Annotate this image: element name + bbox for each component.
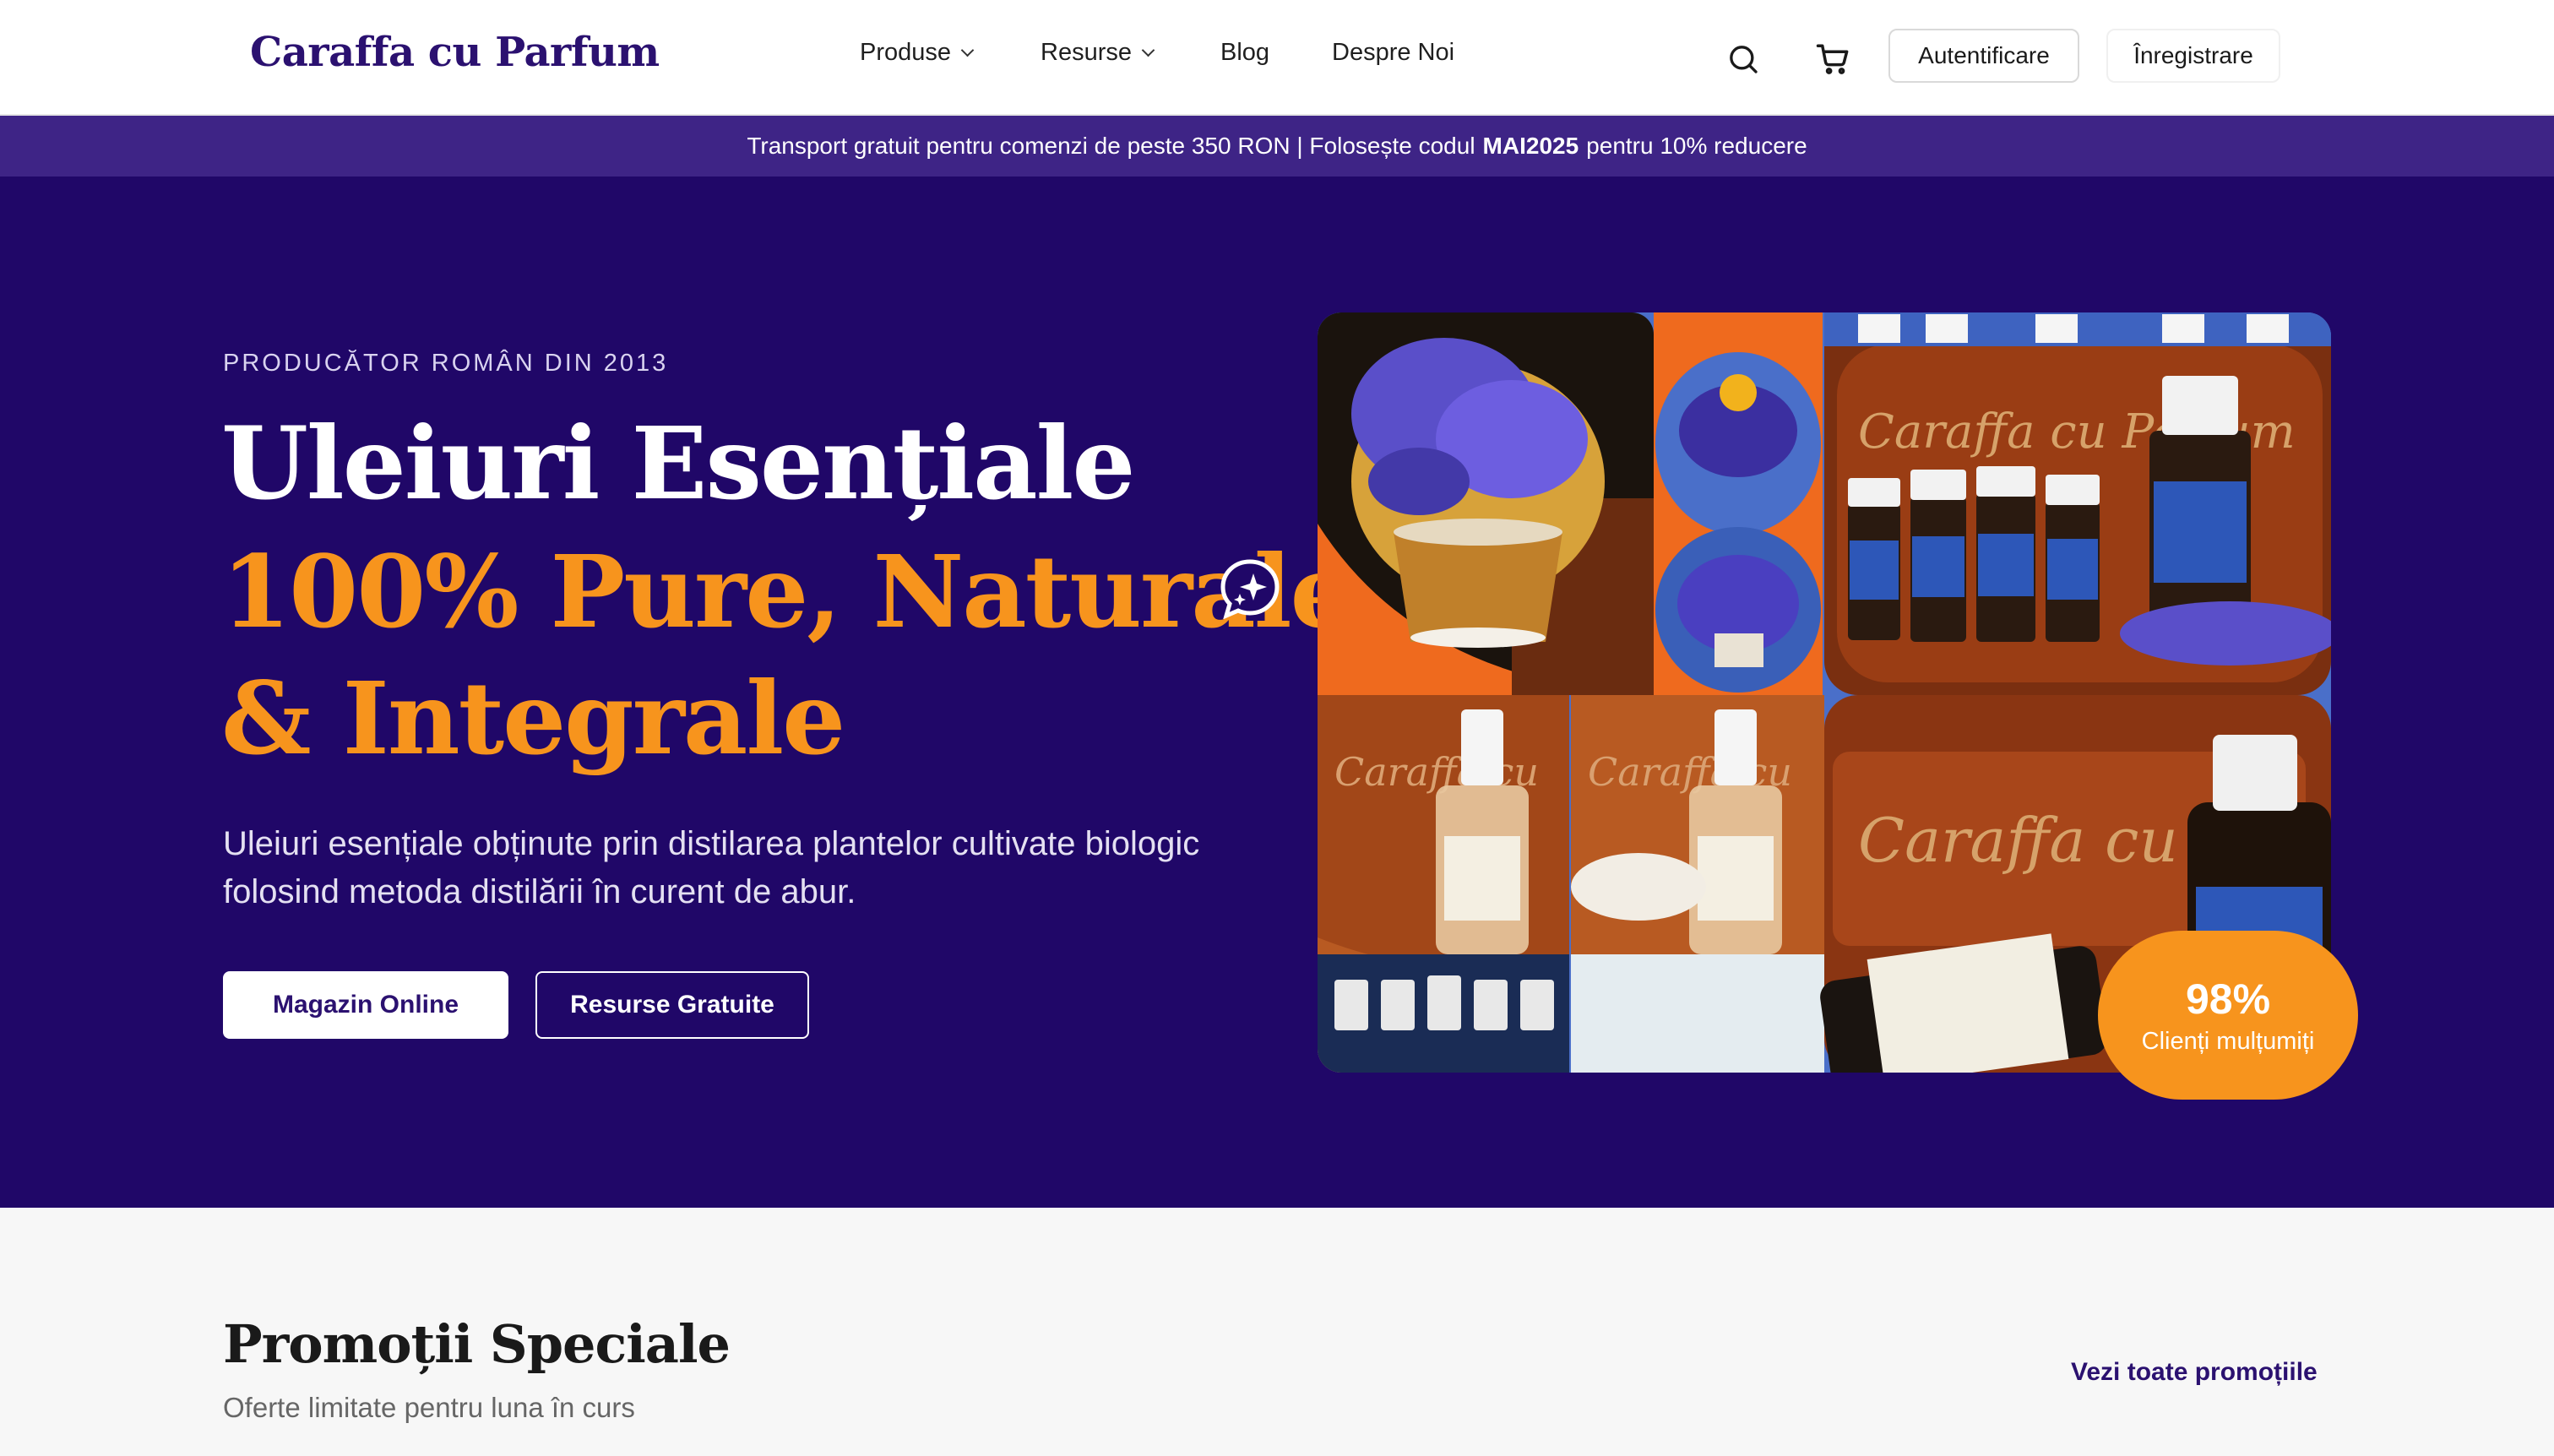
chevron-down-icon xyxy=(960,43,975,57)
site-logo[interactable]: Caraffa cu Parfum xyxy=(250,29,660,76)
see-all-promotions-link[interactable]: Vezi toate promoțiile xyxy=(2071,1358,2318,1387)
hero-title-line1: Uleiuri Esențiale xyxy=(221,405,1135,522)
nav-resurse[interactable]: Resurse xyxy=(1041,39,1155,67)
site-header: Caraffa cu Parfum Produse Resurse Blog D… xyxy=(0,0,2554,116)
nav-despre-noi-label: Despre Noi xyxy=(1332,39,1455,66)
free-resources-button[interactable]: Resurse Gratuite xyxy=(535,971,809,1039)
cart-button[interactable] xyxy=(1807,34,1858,84)
login-button[interactable]: Autentificare xyxy=(1888,29,2079,83)
promo-text-before: Transport gratuit pentru comenzi de pest… xyxy=(747,133,1475,159)
satisfaction-badge: 98% Clienți mulțumiți xyxy=(2098,931,2358,1100)
cart-icon xyxy=(1816,44,1849,74)
promo-bar: Transport gratuit pentru comenzi de pest… xyxy=(0,116,2554,177)
search-button[interactable] xyxy=(1718,34,1769,84)
chevron-down-icon xyxy=(1141,43,1155,57)
nav-resurse-label: Resurse xyxy=(1041,39,1132,66)
search-icon xyxy=(1730,46,1758,73)
satisfaction-label: Clienți mulțumiți xyxy=(2141,1027,2315,1055)
nav-blog-label: Blog xyxy=(1220,39,1270,66)
hero-title-line3: & Integrale xyxy=(221,660,845,777)
promo-text-after: pentru 10% reducere xyxy=(1586,133,1807,159)
ai-chat-icon[interactable] xyxy=(1220,558,1280,619)
nav-produse[interactable]: Produse xyxy=(860,39,975,67)
hero-description: Uleiuri esențiale obținute prin distilar… xyxy=(223,825,1200,910)
promotions-title: Promoții Speciale xyxy=(223,1313,731,1375)
nav-blog[interactable]: Blog xyxy=(1220,39,1269,67)
hero-eyebrow: PRODUCĂTOR ROMÂN DIN 2013 xyxy=(223,350,669,377)
promo-code: MAI2025 xyxy=(1482,133,1579,159)
satisfaction-value: 98% xyxy=(2185,975,2271,1023)
promotions-subtitle: Oferte limitate pentru luna în curs xyxy=(223,1392,635,1423)
shop-online-button[interactable]: Magazin Online xyxy=(223,971,508,1039)
hero-title-line2: 100% Pure, Naturale xyxy=(221,533,1354,650)
nav-produse-label: Produse xyxy=(860,39,952,66)
hero-section: PRODUCĂTOR ROMÂN DIN 2013 Uleiuri Esenți… xyxy=(0,177,2554,1208)
nav-despre-noi[interactable]: Despre Noi xyxy=(1332,39,1454,67)
register-button[interactable]: Înregistrare xyxy=(2106,29,2280,83)
